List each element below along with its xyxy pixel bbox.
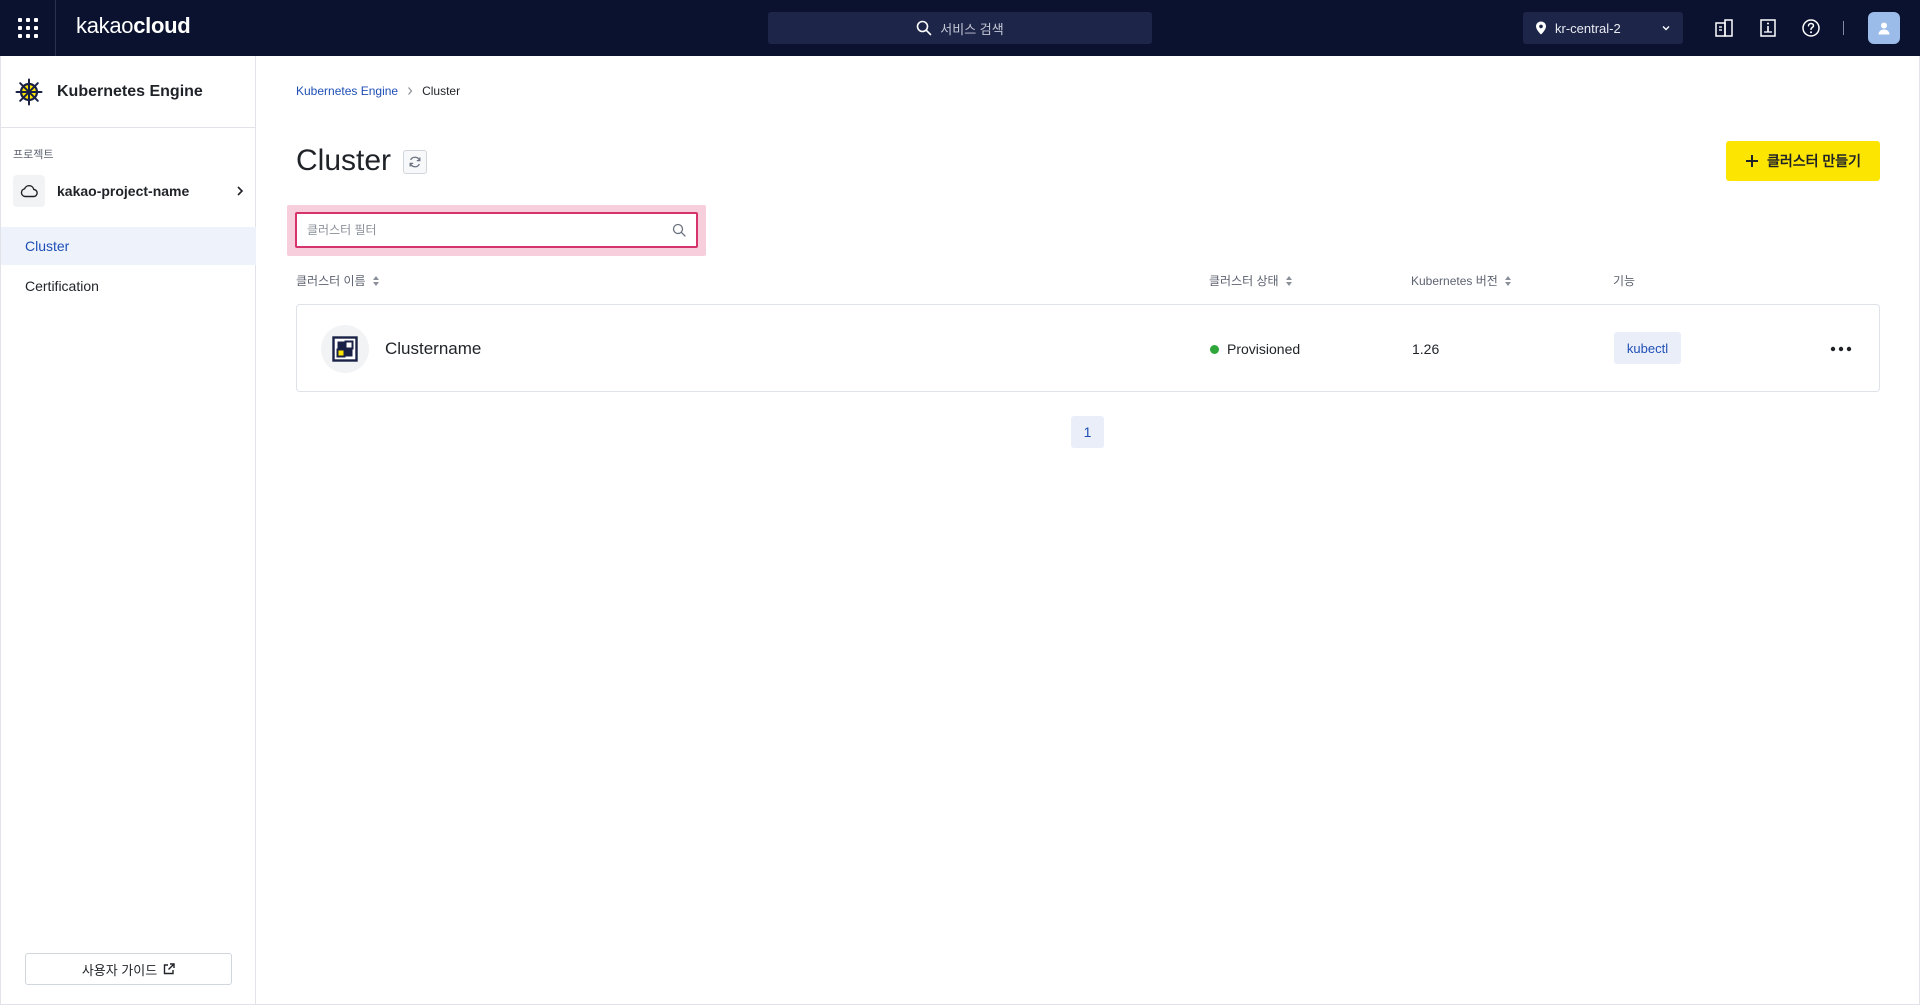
- project-selector[interactable]: kakao-project-name: [13, 174, 245, 208]
- chevron-right-icon: [406, 86, 414, 96]
- create-cluster-button[interactable]: 클러스터 만들기: [1726, 141, 1880, 181]
- breadcrumb: Kubernetes Engine Cluster: [296, 84, 460, 98]
- sort-icon: [372, 275, 380, 287]
- help-icon[interactable]: [1799, 16, 1823, 40]
- column-header-label: 클러스터 이름: [296, 274, 366, 288]
- column-header-label: 기능: [1613, 274, 1636, 288]
- cluster-filter-input[interactable]: [307, 223, 672, 237]
- global-search[interactable]: 서비스 검색: [768, 12, 1152, 44]
- page-title: Cluster: [296, 144, 392, 177]
- project-name: kakao-project-name: [57, 183, 190, 199]
- chevron-right-icon: [235, 185, 245, 197]
- kubectl-button[interactable]: kubectl: [1614, 332, 1681, 364]
- column-header-label: 클러스터 상태: [1209, 274, 1279, 288]
- topbar-divider: [1843, 21, 1844, 35]
- service-title: Kubernetes Engine: [57, 82, 203, 100]
- user-avatar[interactable]: [1868, 12, 1900, 44]
- more-options-button[interactable]: [1825, 333, 1857, 365]
- refresh-button[interactable]: [403, 150, 427, 174]
- sidebar-item-cluster[interactable]: Cluster: [1, 227, 256, 265]
- plus-icon: [1745, 154, 1759, 168]
- column-header-label: Kubernetes 버전: [1411, 274, 1498, 288]
- search-icon: [672, 223, 686, 237]
- kubernetes-helm-icon: [15, 78, 43, 105]
- cluster-name[interactable]: Clustername: [385, 339, 481, 359]
- search-icon: [916, 20, 932, 36]
- kubernetes-version: 1.26: [1412, 341, 1440, 357]
- column-header-version[interactable]: Kubernetes 버전: [1411, 272, 1512, 289]
- create-cluster-label: 클러스터 만들기: [1766, 153, 1862, 169]
- brand-logo[interactable]: kakaocloud: [76, 13, 191, 39]
- status-badge: Provisioned: [1210, 341, 1300, 357]
- cluster-status: Provisioned: [1227, 341, 1301, 357]
- project-label: 프로젝트: [13, 149, 54, 161]
- location-pin-icon: [1535, 21, 1547, 35]
- user-icon: [1878, 22, 1890, 35]
- grid-icon: [17, 18, 38, 38]
- column-header-status[interactable]: 클러스터 상태: [1209, 272, 1293, 289]
- sidebar-item-certification[interactable]: Certification: [1, 267, 256, 305]
- sidebar: Kubernetes Engine 프로젝트 kakao-project-nam…: [0, 56, 256, 1005]
- sort-icon: [1504, 275, 1512, 287]
- building-icon[interactable]: [1712, 16, 1736, 40]
- service-header: Kubernetes Engine: [1, 56, 255, 128]
- refresh-icon: [409, 156, 421, 168]
- user-guide-button[interactable]: 사용자 가이드: [25, 953, 232, 985]
- status-dot-icon: [1210, 344, 1219, 354]
- apps-menu-button[interactable]: [0, 0, 56, 56]
- user-guide-label: 사용자 가이드: [81, 962, 158, 978]
- document-info-icon[interactable]: [1756, 16, 1780, 40]
- column-header-features: 기능: [1613, 272, 1635, 289]
- brand-logo-light: kakao: [76, 13, 134, 38]
- top-bar: kakaocloud 서비스 검색 kr-central-2: [0, 0, 1920, 56]
- chevron-down-icon: [1661, 23, 1671, 33]
- region-selector[interactable]: kr-central-2: [1523, 12, 1683, 44]
- breadcrumb-current: Cluster: [422, 84, 461, 98]
- more-horizontal-icon: [1830, 346, 1852, 352]
- column-header-name[interactable]: 클러스터 이름: [296, 272, 380, 289]
- table-row[interactable]: Clustername Provisioned 1.26 kubectl: [296, 304, 1880, 392]
- cluster-icon: [321, 325, 369, 373]
- cloud-icon: [13, 175, 45, 207]
- pagination-page[interactable]: 1: [1071, 416, 1104, 448]
- region-name: kr-central-2: [1555, 20, 1621, 36]
- cluster-filter[interactable]: [295, 212, 698, 248]
- external-link-icon: [163, 963, 175, 975]
- sort-icon: [1285, 275, 1293, 287]
- breadcrumb-link-kubernetes-engine[interactable]: Kubernetes Engine: [296, 84, 398, 98]
- global-search-placeholder: 서비스 검색: [940, 21, 1004, 37]
- brand-logo-bold: cloud: [133, 13, 191, 38]
